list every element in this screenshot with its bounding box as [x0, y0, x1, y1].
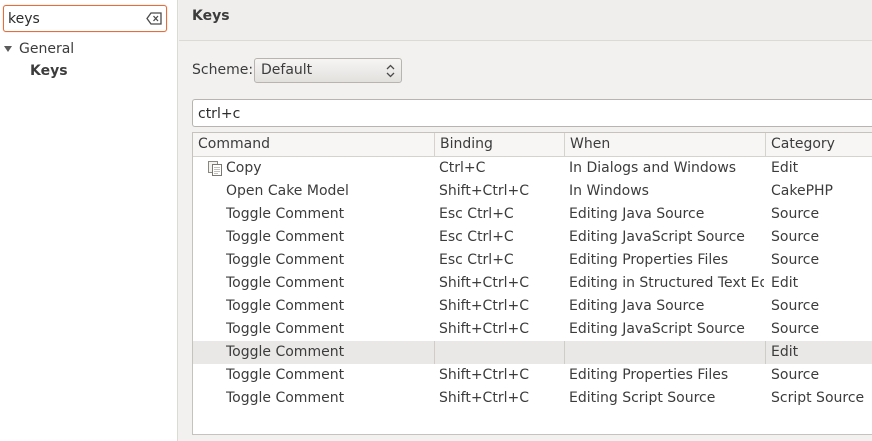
cell-category: Source [771, 367, 820, 383]
scheme-value: Default [261, 62, 313, 78]
table-header: Command Binding When Category [193, 133, 872, 157]
cell-binding: Esc Ctrl+C [439, 206, 514, 222]
cell-when: In Dialogs and Windows [569, 160, 737, 176]
cell-category: Source [771, 229, 820, 245]
column-separator [564, 341, 565, 364]
keys-table[interactable]: Command Binding When Category Copy Ctrl+C… [192, 132, 872, 435]
binding-filter-field[interactable] [192, 99, 872, 127]
cell-command: Toggle Comment [226, 229, 345, 245]
cell-binding: Shift+Ctrl+C [439, 275, 529, 291]
filter-input[interactable] [8, 9, 144, 28]
cell-binding: Shift+Ctrl+C [439, 390, 529, 406]
cell-when: Editing Properties Files [569, 367, 729, 383]
column-header-command[interactable]: Command [193, 133, 435, 156]
cell-when: Editing JavaScript Source [569, 321, 745, 337]
cell-when: Editing JavaScript Source [569, 229, 745, 245]
cell-command: Toggle Comment [226, 367, 345, 383]
cell-command: Toggle Comment [226, 206, 345, 222]
cell-when: In Windows [569, 183, 649, 199]
table-row[interactable]: Toggle Comment Esc Ctrl+C Editing Properti… [193, 249, 872, 272]
cell-command: Toggle Comment [226, 390, 345, 406]
cell-category: Edit [771, 275, 799, 291]
cell-when [569, 341, 764, 364]
column-header-when[interactable]: When [565, 133, 766, 156]
cell-command: Toggle Comment [226, 252, 345, 268]
page-header: Keys [179, 0, 872, 41]
cell-when: Editing Script Source [569, 390, 716, 406]
cell-binding: Shift+Ctrl+C [439, 183, 529, 199]
updown-arrows-icon [386, 64, 395, 78]
tree-item-general[interactable]: General [2, 40, 74, 58]
clear-icon[interactable] [146, 12, 162, 25]
tree-item-general-label: General [19, 41, 75, 57]
cell-command: Open Cake Model [226, 183, 349, 199]
cell-category: Source [771, 298, 820, 314]
cell-category: Source [771, 321, 820, 337]
cell-binding: Esc Ctrl+C [439, 252, 514, 268]
preferences-tree-pane: General Keys [0, 0, 178, 441]
cell-binding: Esc Ctrl+C [439, 229, 514, 245]
cell-category: Edit [771, 160, 799, 176]
table-row[interactable]: Toggle Comment Edit [193, 341, 872, 364]
column-separator [765, 341, 766, 364]
tree-expanded-icon[interactable] [2, 43, 14, 55]
cell-binding: Shift+Ctrl+C [439, 298, 529, 314]
cell-category: CakePHP [771, 183, 833, 199]
copy-icon [208, 161, 222, 176]
cell-command: Toggle Comment [226, 344, 345, 360]
tree-item-keys[interactable]: Keys [30, 63, 68, 79]
table-row[interactable]: Copy Ctrl+C In Dialogs and Windows Edit [193, 157, 872, 180]
cell-category: Source [771, 206, 820, 222]
cell-binding: Shift+Ctrl+C [439, 367, 529, 383]
binding-filter-input[interactable] [198, 104, 798, 123]
filter-field[interactable] [3, 5, 167, 32]
scheme-dropdown[interactable]: Default [254, 58, 402, 83]
table-row[interactable]: Toggle Comment Shift+Ctrl+C Editing Script… [193, 387, 872, 410]
table-row[interactable]: Toggle Comment Esc Ctrl+C Editing Java Sou… [193, 203, 872, 226]
scheme-label: Scheme: [192, 62, 254, 78]
cell-when: Editing in Structured Text Edit [569, 275, 764, 291]
cell-when: Editing Java Source [569, 298, 705, 314]
cell-when: Editing Java Source [569, 206, 705, 222]
cell-category: Edit [771, 344, 799, 360]
table-row[interactable]: Toggle Comment Shift+Ctrl+C Editing Proper… [193, 364, 872, 387]
cell-command: Copy [226, 160, 262, 176]
page-title: Keys [192, 8, 230, 24]
cell-binding: Ctrl+C [439, 160, 486, 176]
cell-binding [439, 341, 563, 364]
table-row[interactable]: Open Cake Model Shift+Ctrl+C In Windows Cak… [193, 180, 872, 203]
table-row[interactable]: Toggle Comment Shift+Ctrl+C Editing in Str… [193, 272, 872, 295]
table-row[interactable]: Toggle Comment Shift+Ctrl+C Editing Java S… [193, 295, 872, 318]
cell-command: Toggle Comment [226, 321, 345, 337]
table-row[interactable]: Toggle Comment Shift+Ctrl+C Editing JavaSc… [193, 318, 872, 341]
cell-category: Source [771, 252, 820, 268]
cell-when: Editing Properties Files [569, 252, 729, 268]
cell-command: Toggle Comment [226, 275, 345, 291]
table-row[interactable]: Toggle Comment Esc Ctrl+C Editing JavaScri… [193, 226, 872, 249]
column-header-binding[interactable]: Binding [435, 133, 565, 156]
cell-binding: Shift+Ctrl+C [439, 321, 529, 337]
column-header-category[interactable]: Category [766, 133, 872, 156]
column-separator [434, 341, 435, 364]
cell-command: Toggle Comment [226, 298, 345, 314]
table-body: Copy Ctrl+C In Dialogs and Windows Edit Open… [193, 157, 872, 410]
cell-category: Script Source [771, 390, 865, 406]
